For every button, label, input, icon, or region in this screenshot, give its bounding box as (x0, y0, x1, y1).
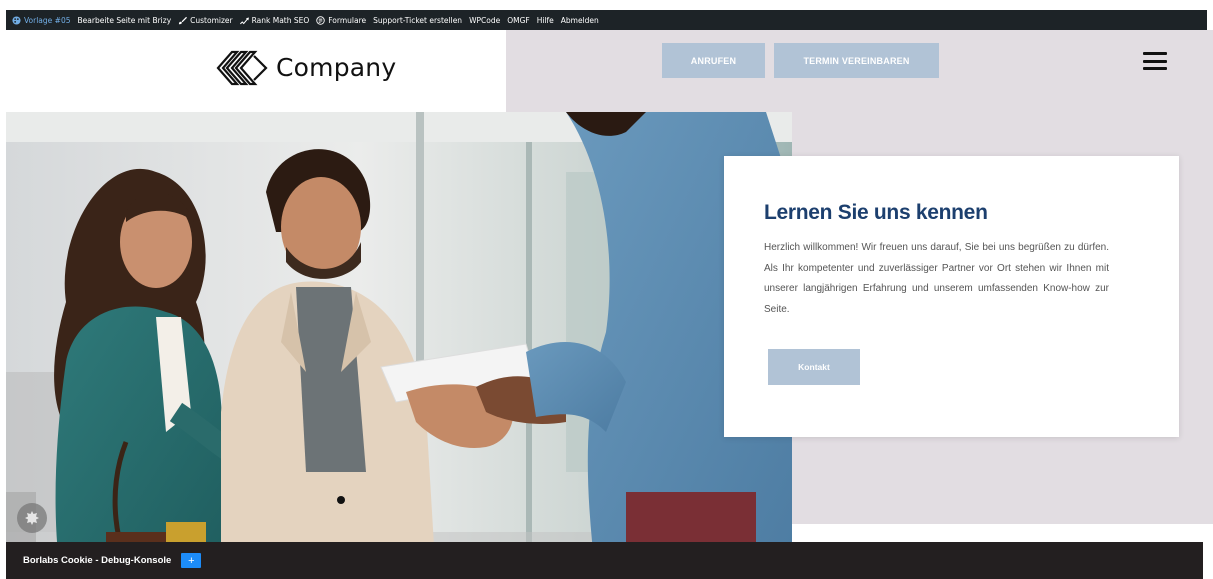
hero-image (6, 112, 792, 579)
adminbar-label: Formulare (328, 15, 367, 25)
contact-button[interactable]: Kontakt (768, 349, 860, 385)
cookie-debug-console: Borlabs Cookie - Debug-Konsole + (6, 542, 1203, 579)
adminbar-label: Rank Math SEO (251, 15, 310, 25)
adminbar-item-help[interactable]: Hilfe (537, 16, 554, 25)
expand-plus-icon[interactable]: + (181, 553, 202, 568)
adminbar-item-brizy[interactable]: Bearbeite Seite mit Brizy (78, 16, 172, 25)
appointment-button[interactable]: TERMIN VEREINBAREN (774, 43, 939, 78)
company-logo[interactable]: Company (216, 48, 396, 86)
adminbar-label: Abmelden (560, 15, 599, 25)
adminbar-item-support[interactable]: Support-Ticket erstellen (373, 16, 462, 25)
adminbar-label: Support-Ticket erstellen (373, 15, 463, 25)
logo-text: Company (276, 52, 397, 82)
intro-text: Herzlich willkommen! Wir freuen uns dara… (764, 242, 1109, 315)
adminbar-label: OMGF (507, 15, 530, 25)
adminbar-item-omgf[interactable]: OMGF (507, 16, 530, 25)
adminbar-item-logout[interactable]: Abmelden (561, 16, 599, 25)
call-button[interactable]: ANRUFEN (662, 43, 765, 78)
palette-icon (12, 15, 21, 25)
logo-mark-icon (216, 50, 268, 86)
brush-icon (179, 16, 188, 24)
forms-icon (316, 15, 325, 25)
adminbar-label: Vorlage #05 (24, 15, 71, 25)
cookie-debug-title: Borlabs Cookie - Debug-Konsole (23, 555, 172, 566)
adminbar-item-wpcode[interactable]: WPCode (469, 16, 500, 25)
settings-badge-icon[interactable] (17, 503, 47, 533)
intro-card: Lernen Sie uns kennen Herzlich willkomme… (724, 156, 1179, 437)
adminbar-label: Hilfe (536, 15, 554, 25)
adminbar-item-forms[interactable]: Formulare (316, 16, 366, 25)
adminbar-item-template[interactable]: Vorlage #05 (12, 16, 71, 25)
adminbar-label: Bearbeite Seite mit Brizy (77, 15, 172, 25)
admin-bar: Vorlage #05 Bearbeite Seite mit Brizy Cu… (6, 10, 1207, 30)
adminbar-item-rankmath[interactable]: Rank Math SEO (239, 15, 310, 25)
adminbar-label: Customizer (190, 15, 233, 25)
hamburger-menu-icon[interactable] (1143, 52, 1167, 70)
adminbar-label: WPCode (469, 15, 501, 25)
rank-math-icon (239, 17, 249, 24)
intro-title: Lernen Sie uns kennen (764, 201, 988, 224)
adminbar-item-customizer[interactable]: Customizer (178, 15, 233, 25)
